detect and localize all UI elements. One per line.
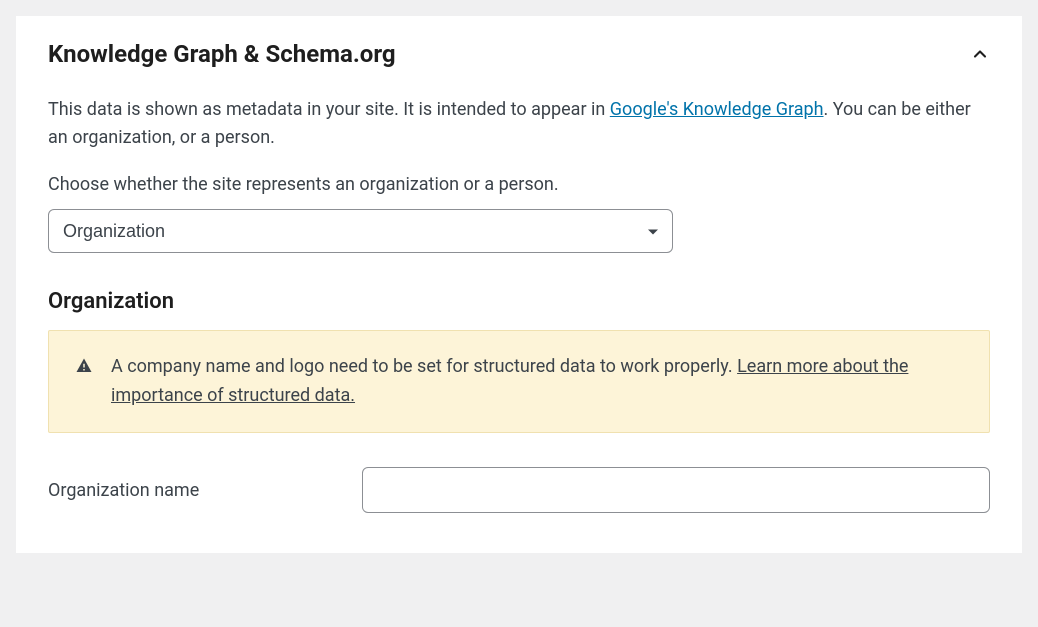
alert-text: A company name and logo need to be set f… [111, 353, 963, 411]
alert-message: A company name and logo need to be set f… [111, 356, 737, 377]
panel-title: Knowledge Graph & Schema.org [48, 40, 396, 68]
organization-name-label: Organization name [48, 480, 338, 501]
warning-icon [75, 357, 93, 379]
chevron-up-icon [970, 44, 990, 64]
entity-type-select-wrap: Organization [48, 209, 673, 253]
description-text-prefix: This data is shown as metadata in your s… [48, 99, 610, 120]
entity-type-select[interactable]: Organization [48, 209, 673, 253]
knowledge-graph-panel: Knowledge Graph & Schema.org This data i… [16, 16, 1022, 553]
collapse-toggle[interactable] [970, 44, 990, 64]
structured-data-alert: A company name and logo need to be set f… [48, 330, 990, 434]
organization-name-input[interactable] [362, 467, 990, 513]
organization-section-heading: Organization [48, 289, 990, 314]
organization-name-row: Organization name [48, 467, 990, 513]
knowledge-graph-link[interactable]: Google's Knowledge Graph [610, 99, 824, 120]
panel-header: Knowledge Graph & Schema.org [48, 40, 990, 68]
panel-description: This data is shown as metadata in your s… [48, 96, 990, 152]
entity-type-label: Choose whether the site represents an or… [48, 174, 990, 195]
